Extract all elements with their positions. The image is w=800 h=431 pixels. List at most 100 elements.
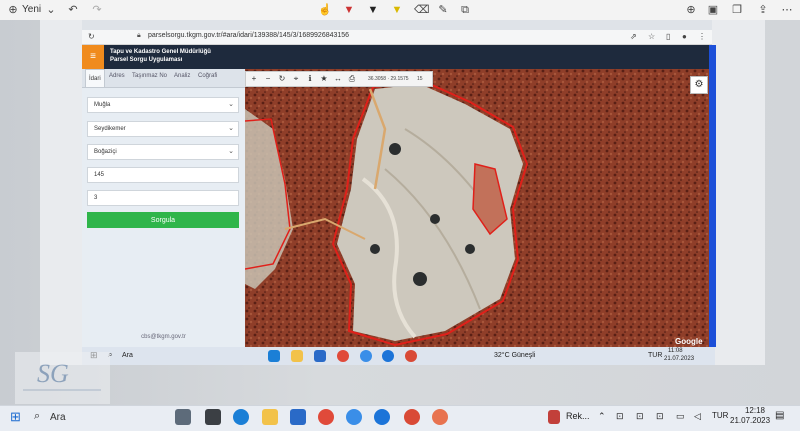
inner-zoom-icon[interactable] (382, 350, 394, 362)
coordinate-readout: 36.3058 · 29.1575 (368, 76, 409, 82)
menu-icon[interactable]: ⋮ (698, 32, 706, 41)
highlighter-icon[interactable]: ▼ (390, 3, 404, 17)
inner-chrome2-icon[interactable] (405, 350, 417, 362)
share-icon[interactable]: ⇗ (630, 32, 637, 41)
clock-date: 21.07.2023 (730, 416, 771, 425)
inner-taskbar (82, 347, 715, 365)
inner-weather[interactable]: 32°C Güneşli (494, 352, 535, 359)
star-icon[interactable]: ☆ (648, 32, 655, 41)
zoom-app-icon[interactable] (374, 409, 390, 425)
tray-icon[interactable]: ⊡ (656, 411, 664, 422)
crop-icon[interactable]: ⧉ (458, 3, 472, 17)
zoom-level: 15 (417, 76, 423, 82)
inner-chrome-icon[interactable] (337, 350, 349, 362)
chevron-down-icon[interactable]: ⌄ (44, 3, 58, 17)
parcel-no-input[interactable]: 3 (87, 190, 239, 206)
satellite-map[interactable] (245, 69, 709, 347)
contact-email[interactable]: cbs@tkgm.gov.tr (82, 334, 245, 340)
inner-lang[interactable]: TUR (648, 352, 662, 359)
inner-edge-icon[interactable] (268, 350, 280, 362)
locate-icon[interactable]: ⌖ (290, 72, 302, 86)
inner-mail-icon[interactable] (314, 350, 326, 362)
sidebar-icon[interactable]: ▯ (666, 32, 670, 41)
chevron-down-icon: ⌄ (228, 101, 234, 108)
share-icon[interactable]: ⇪ (756, 3, 770, 17)
new-icon[interactable]: ⊕ (6, 3, 20, 17)
tab-cografi[interactable]: Coğrafi (198, 73, 217, 79)
pen-black-icon[interactable]: ▼ (366, 3, 380, 17)
mail-icon[interactable] (290, 409, 306, 425)
zoom-in-icon[interactable]: ⊕ (684, 3, 698, 17)
province-value: Muğla (94, 102, 111, 108)
editor-toolbar: ⊕ Yeni ⌄ ↶ ↷ ☝ ▼ ▼ ▼ ⌫ ✎ ⧉ ⊕ ▣ ❐ ⇪ ⋯ (0, 0, 800, 21)
info-icon[interactable]: ℹ (304, 72, 316, 86)
app-title: Tapu ve Kadastro Genel Müdürlüğü Parsel … (110, 48, 211, 64)
volume-icon[interactable]: ◁ (694, 411, 701, 422)
bridge-widget-icon[interactable] (175, 409, 191, 425)
profile-icon[interactable]: ● (682, 32, 687, 41)
chevron-down-icon: ⌄ (228, 148, 234, 155)
province-select[interactable]: Muğla ⌄ (87, 97, 239, 113)
print-icon[interactable]: ⎙ (346, 72, 358, 86)
snip-icon[interactable] (432, 409, 448, 425)
map-toolbar: + − ↻ ⌖ ℹ ★ ↔ ⎙ 36.3058 · 29.1575 15 (245, 71, 433, 87)
search-label[interactable]: Ara (50, 412, 66, 423)
pencil-icon[interactable]: ✎ (436, 3, 450, 17)
query-tabs: İdari Adres Taşınmaz No Analiz Coğrafi (82, 69, 245, 88)
scrollbar-strip (709, 45, 716, 347)
inner-app-icon[interactable] (360, 350, 372, 362)
tab-adres[interactable]: Adres (109, 73, 125, 79)
tray-icon[interactable]: ⊡ (616, 411, 624, 422)
refresh-icon[interactable]: ↻ (276, 72, 288, 86)
tab-idari[interactable]: İdari (85, 69, 105, 87)
save-icon[interactable]: ▣ (706, 3, 720, 17)
eraser-icon[interactable]: ⌫ (414, 3, 430, 17)
neighborhood-value: Boğaziçi (94, 149, 117, 155)
measure-icon[interactable]: ↔ (332, 72, 344, 86)
tray-icon[interactable]: ⊡ (636, 411, 644, 422)
chevron-up-icon[interactable]: ⌃ (598, 411, 606, 422)
query-button[interactable]: Sorgula (87, 212, 239, 228)
clock[interactable]: 12:18 21.07.2023 (730, 406, 771, 426)
language-indicator[interactable]: TUR (712, 411, 728, 420)
undo-icon[interactable]: ↶ (66, 3, 80, 17)
pinned-app-label[interactable]: Rek... (566, 411, 590, 421)
chrome2-icon[interactable] (404, 409, 420, 425)
hamburger-menu-button[interactable]: ≡ (82, 45, 104, 69)
network-icon[interactable]: ▭ (676, 411, 685, 422)
settings-gear-icon[interactable]: ⚙ (690, 76, 708, 94)
tab-analiz[interactable]: Analiz (174, 73, 190, 79)
start-icon[interactable]: ⊞ (10, 409, 26, 425)
url-text[interactable]: parselsorgu.tkgm.gov.tr/#ara/idari/13938… (148, 32, 349, 39)
pen-red-icon[interactable]: ▼ (342, 3, 356, 17)
touch-icon[interactable]: ☝ (318, 3, 332, 17)
redo-icon[interactable]: ↷ (90, 3, 104, 17)
chrome-icon[interactable] (318, 409, 334, 425)
edge-icon[interactable] (233, 409, 249, 425)
inner-date[interactable]: 21.07.2023 (664, 356, 694, 362)
copy-icon[interactable]: ❐ (730, 3, 744, 17)
zoom-in-icon[interactable]: + (248, 72, 260, 86)
app-icon[interactable] (346, 409, 362, 425)
inner-search-label[interactable]: Ara (122, 352, 133, 359)
search-icon[interactable]: ⌕ (34, 410, 40, 423)
inner-time[interactable]: 11:08 (668, 348, 683, 354)
chevron-down-icon: ⌄ (228, 125, 234, 132)
notification-icon[interactable]: ▤ (775, 410, 784, 421)
block-no-input[interactable]: 145 (87, 167, 239, 183)
task-view-icon[interactable] (205, 409, 221, 425)
file-explorer-icon[interactable] (262, 409, 278, 425)
district-select[interactable]: Seydikemer ⌄ (87, 121, 239, 137)
new-button[interactable]: Yeni (22, 2, 41, 18)
browser-tab-strip[interactable] (82, 20, 712, 30)
more-icon[interactable]: ⋯ (780, 3, 794, 17)
tab-tasinmaz-no[interactable]: Taşınmaz No (132, 73, 167, 79)
zoom-out-icon[interactable]: − (262, 72, 274, 86)
reload-icon[interactable]: ↻ (88, 32, 95, 41)
star-icon[interactable]: ★ (318, 72, 330, 86)
address-bar[interactable]: ↻ 🔒︎ parselsorgu.tkgm.gov.tr/#ara/idari/… (82, 30, 712, 45)
chart-app-icon[interactable] (548, 410, 560, 424)
app-title-line1: Tapu ve Kadastro Genel Müdürlüğü (110, 49, 211, 55)
inner-folder-icon[interactable] (291, 350, 303, 362)
neighborhood-select[interactable]: Boğaziçi ⌄ (87, 144, 239, 160)
